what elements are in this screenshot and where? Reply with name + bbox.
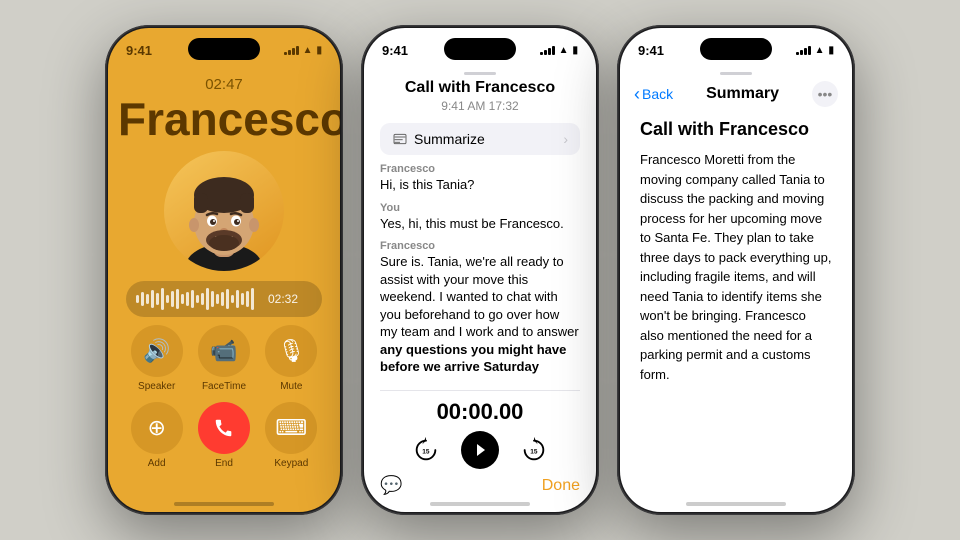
summarize-button[interactable]: Summarize ›	[380, 123, 580, 155]
facetime-icon: 📹	[198, 325, 250, 377]
more-options-button[interactable]: •••	[812, 81, 838, 107]
message-group-2: You Yes, hi, this must be Francesco.	[380, 202, 580, 233]
status-time-2: 9:41	[382, 43, 408, 58]
drag-handle-3	[620, 72, 852, 75]
signal-icon-1	[284, 45, 299, 55]
signal-icon-3	[796, 45, 811, 55]
play-button[interactable]	[461, 431, 499, 469]
end-label: End	[215, 458, 233, 469]
home-indicator-3	[686, 502, 786, 506]
home-indicator-1	[174, 502, 274, 506]
done-button[interactable]: Done	[542, 477, 580, 495]
skip-back-button[interactable]: 15	[411, 435, 441, 465]
summarize-icon	[392, 131, 408, 147]
bubble-icon: 💬	[380, 475, 402, 496]
message-text-2: Yes, hi, this must be Francesco.	[380, 215, 580, 233]
speaker-icon: 🔊	[131, 325, 183, 377]
summary-call-title: Call with Francesco	[640, 119, 832, 140]
waveform-visualization	[136, 288, 254, 310]
speaker-button[interactable]: 🔊 Speaker	[128, 325, 185, 392]
transcript-title: Call with Francesco	[364, 79, 596, 97]
phone-transcript: 9:41 ▲ ▮ Call with Francesco 9:41 AM 17:…	[361, 25, 599, 515]
mute-icon: 🎙	[265, 325, 317, 377]
waveform-bar: 02:32	[126, 281, 322, 317]
status-icons-2: ▲ ▮	[540, 45, 578, 56]
mute-label: Mute	[280, 381, 302, 392]
facetime-label: FaceTime	[202, 381, 246, 392]
playback-time: 00:00.00	[437, 399, 524, 425]
add-icon: ⊕	[131, 402, 183, 454]
wifi-icon-3: ▲	[815, 45, 825, 56]
recording-timer: 02:32	[268, 292, 298, 306]
avatar-area	[108, 151, 340, 271]
battery-icon-2: ▮	[572, 45, 578, 56]
play-icon	[472, 442, 488, 458]
message-text-1: Hi, is this Tania?	[380, 176, 580, 194]
svg-text:15: 15	[530, 449, 538, 456]
transcript-scroll[interactable]: Francesco Hi, is this Tania? You Yes, hi…	[364, 155, 596, 390]
sender-3: Francesco	[380, 240, 580, 252]
call-controls: 🔊 Speaker 📹 FaceTime 🎙 Mute ⊕ Add	[108, 317, 340, 469]
phone-summary: 9:41 ▲ ▮ ‹ Back Summary	[617, 25, 855, 515]
dynamic-island-3	[700, 38, 772, 60]
add-call-button[interactable]: ⊕ Add	[128, 402, 185, 469]
playback-area: 00:00.00 15	[364, 391, 596, 469]
end-call-button[interactable]: End	[195, 402, 252, 469]
drag-handle	[364, 72, 596, 75]
battery-icon-1: ▮	[316, 45, 322, 56]
skip-forward-button[interactable]: 15	[519, 435, 549, 465]
dynamic-island	[188, 38, 260, 60]
signal-icon-2	[540, 45, 555, 55]
sender-1: Francesco	[380, 163, 580, 175]
ellipsis-icon: •••	[818, 86, 833, 102]
summary-content: Call with Francesco Francesco Moretti fr…	[620, 107, 852, 384]
battery-icon-3: ▮	[828, 45, 834, 56]
summary-nav-title: Summary	[706, 85, 779, 103]
keypad-icon: ⌨	[265, 402, 317, 454]
summary-body: Francesco Moretti from the moving compan…	[640, 150, 832, 384]
status-time-3: 9:41	[638, 43, 664, 58]
end-call-icon	[198, 402, 250, 454]
wifi-icon-1: ▲	[303, 45, 313, 56]
back-button[interactable]: ‹ Back	[634, 84, 673, 105]
message-text-3: Sure is. Tania, we're all ready to assis…	[380, 253, 580, 376]
home-indicator-2-wrap	[364, 502, 596, 512]
playback-controls: 15 15	[411, 431, 549, 469]
summary-nav: ‹ Back Summary •••	[620, 81, 852, 107]
back-label: Back	[642, 86, 673, 102]
home-indicator-2	[430, 502, 530, 506]
summarize-left: Summarize	[392, 131, 485, 147]
home-indicator-3-wrap	[620, 502, 852, 512]
svg-text:15: 15	[422, 449, 430, 456]
status-icons-1: ▲ ▮	[284, 45, 322, 56]
transcript-subtitle: 9:41 AM 17:32	[364, 99, 596, 113]
call-duration: 02:47	[108, 76, 340, 93]
status-icons-3: ▲ ▮	[796, 45, 834, 56]
summarize-chevron-icon: ›	[563, 131, 568, 147]
status-time-1: 9:41	[126, 43, 152, 58]
avatar	[164, 151, 284, 271]
message-group-3: Francesco Sure is. Tania, we're all read…	[380, 240, 580, 376]
speaker-label: Speaker	[138, 381, 175, 392]
sender-2: You	[380, 202, 580, 214]
add-label: Add	[148, 458, 166, 469]
summarize-label: Summarize	[414, 131, 485, 147]
dynamic-island-2	[444, 38, 516, 60]
facetime-button[interactable]: 📹 FaceTime	[195, 325, 252, 392]
back-chevron-icon: ‹	[634, 84, 640, 105]
mute-button[interactable]: 🎙 Mute	[263, 325, 320, 392]
keypad-label: Keypad	[274, 458, 308, 469]
wifi-icon-2: ▲	[559, 45, 569, 56]
phone-active-call: 9:41 ▲ ▮ 02:47 Francesco	[105, 25, 343, 515]
caller-name: Francesco	[108, 95, 340, 143]
transcript-footer: 💬 Done	[364, 469, 596, 502]
message-group-1: Francesco Hi, is this Tania?	[380, 163, 580, 194]
keypad-button[interactable]: ⌨ Keypad	[263, 402, 320, 469]
